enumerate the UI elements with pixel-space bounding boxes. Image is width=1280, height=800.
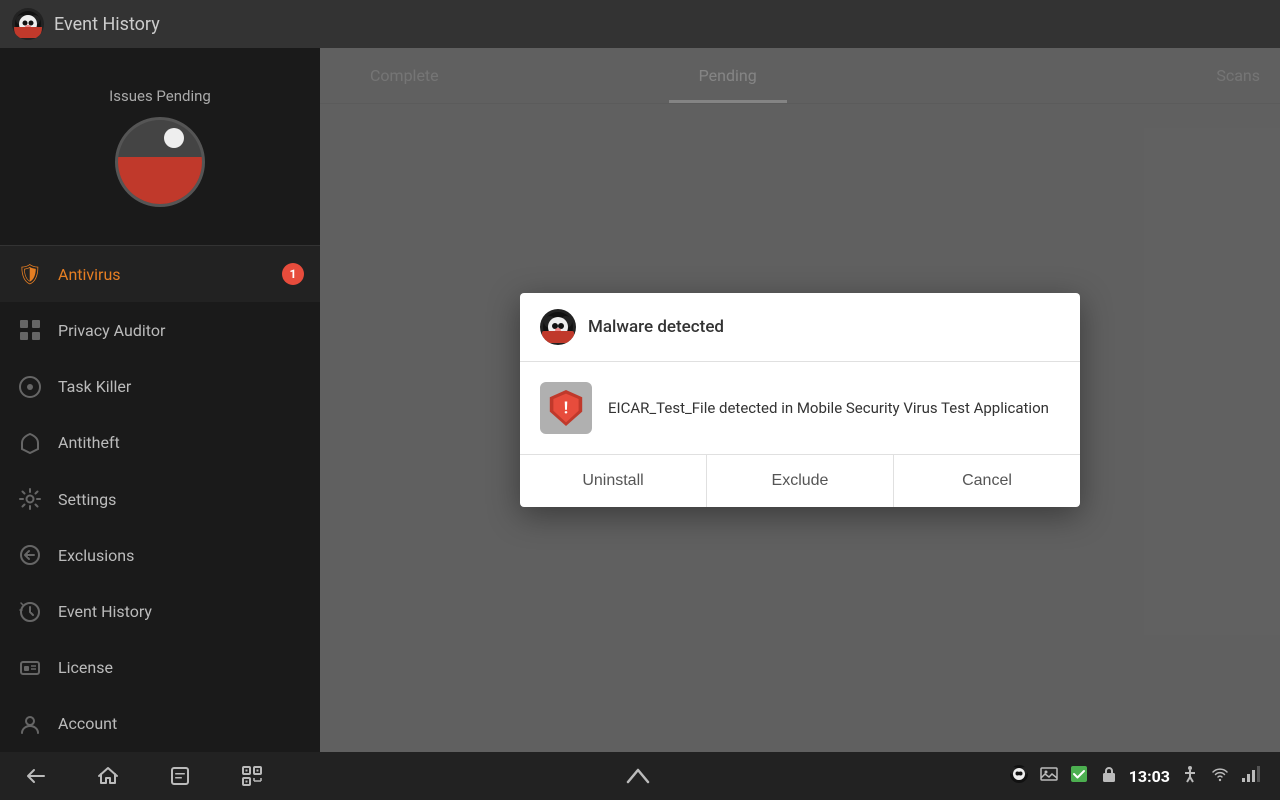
- sidebar-item-license-label: License: [58, 658, 304, 677]
- status-circle: [115, 117, 205, 207]
- recents-button[interactable]: [164, 760, 196, 792]
- bottom-bar: 13:03: [0, 752, 1280, 800]
- sidebar-item-privacy-auditor-label: Privacy Auditor: [58, 321, 304, 340]
- modal-header: Malware detected: [520, 293, 1080, 362]
- settings-gear-icon: [16, 485, 44, 513]
- circle-white-dot: [164, 128, 184, 148]
- sidebar-item-exclusions-label: Exclusions: [58, 546, 304, 565]
- virus-shield-svg-icon: !: [548, 390, 584, 426]
- clock-display: 13:03: [1129, 767, 1170, 786]
- modal-body: ! EICAR_Test_File detected in Mobile Sec…: [520, 362, 1080, 454]
- sidebar-item-event-history[interactable]: Event History: [0, 583, 320, 639]
- virus-icon-container: !: [540, 382, 592, 434]
- sidebar-item-license[interactable]: License: [0, 640, 320, 696]
- app-icon: [12, 8, 44, 40]
- back-button[interactable]: [20, 760, 52, 792]
- gallery-icon: [1039, 764, 1059, 788]
- bottom-status-area: 13:03: [1009, 764, 1260, 788]
- account-icon: [16, 710, 44, 738]
- panda-status-icon: [1009, 764, 1029, 788]
- uninstall-button[interactable]: Uninstall: [520, 455, 707, 507]
- taskkiller-icon: [16, 373, 44, 401]
- exclusions-icon: [16, 541, 44, 569]
- sidebar-item-exclusions[interactable]: Exclusions: [0, 527, 320, 583]
- antitheft-icon: [16, 429, 44, 457]
- license-icon: [16, 654, 44, 682]
- sidebar-item-antivirus-label: Antivirus: [58, 265, 268, 284]
- main-layout: Issues Pending 🛡 Antivirus 1 Privacy Aud…: [0, 48, 1280, 752]
- accessibility-icon: [1180, 764, 1200, 788]
- cancel-button[interactable]: Cancel: [894, 455, 1080, 507]
- panda-logo-icon: [14, 10, 42, 38]
- sidebar-item-task-killer[interactable]: Task Killer: [0, 359, 320, 415]
- event-history-icon: [16, 598, 44, 626]
- modal-overlay: Malware detected ! EICAR_Test_File detec…: [320, 48, 1280, 752]
- sidebar-item-task-killer-label: Task Killer: [58, 377, 304, 396]
- sidebar-item-account[interactable]: Account: [0, 696, 320, 752]
- status-area: Issues Pending: [0, 48, 320, 246]
- sidebar-item-antitheft[interactable]: Antitheft: [0, 415, 320, 471]
- modal-message: EICAR_Test_File detected in Mobile Secur…: [608, 398, 1049, 419]
- signal-icon: [1240, 764, 1260, 788]
- antivirus-badge: 1: [282, 263, 304, 285]
- sidebar-item-antitheft-label: Antitheft: [58, 433, 304, 452]
- wifi-icon: [1210, 764, 1230, 788]
- check-icon: [1069, 764, 1089, 788]
- home-button[interactable]: [92, 760, 124, 792]
- top-bar: Event History: [0, 0, 1280, 48]
- up-button[interactable]: [622, 760, 654, 792]
- svg-text:!: !: [564, 398, 568, 417]
- sidebar: Issues Pending 🛡 Antivirus 1 Privacy Aud…: [0, 48, 320, 752]
- sidebar-item-account-label: Account: [58, 714, 304, 733]
- panda-icon-svg: [542, 311, 574, 343]
- status-label: Issues Pending: [109, 87, 211, 105]
- bottom-center-nav: [622, 760, 654, 792]
- modal-actions: Uninstall Exclude Cancel: [520, 454, 1080, 507]
- modal-dialog: Malware detected ! EICAR_Test_File detec…: [520, 293, 1080, 507]
- shield-icon: 🛡: [16, 260, 44, 288]
- exclude-button[interactable]: Exclude: [707, 455, 894, 507]
- app-title: Event History: [54, 14, 160, 35]
- qr-button[interactable]: [236, 760, 268, 792]
- modal-title: Malware detected: [588, 317, 724, 337]
- sidebar-item-settings[interactable]: Settings: [0, 471, 320, 527]
- sidebar-item-privacy-auditor[interactable]: Privacy Auditor: [0, 302, 320, 358]
- sidebar-item-antivirus[interactable]: 🛡 Antivirus 1: [0, 246, 320, 302]
- bottom-nav-left: [20, 760, 268, 792]
- modal-panda-icon: [540, 309, 576, 345]
- circle-red-segment: [118, 157, 202, 203]
- grid-icon: [16, 316, 44, 344]
- sidebar-item-settings-label: Settings: [58, 490, 304, 509]
- content-area: Complete Pending Scans: [320, 48, 1280, 752]
- sidebar-item-event-history-label: Event History: [58, 602, 304, 621]
- lock-icon: [1099, 764, 1119, 788]
